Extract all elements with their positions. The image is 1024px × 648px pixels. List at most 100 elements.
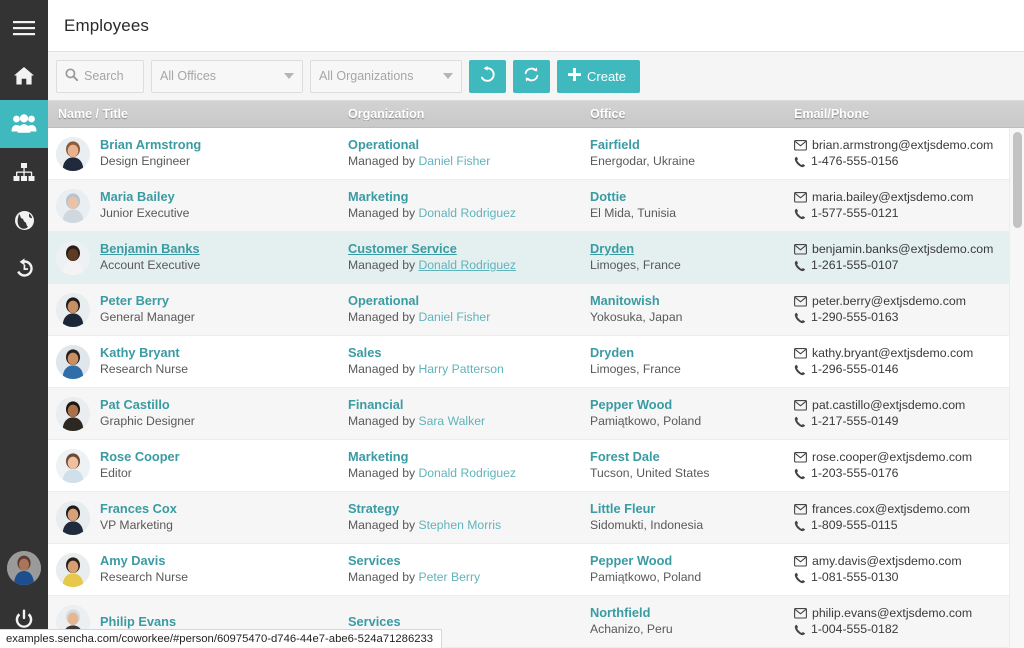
cell-name[interactable]: Pat Castillo Graphic Designer [48, 396, 338, 431]
table-row[interactable]: Rose Cooper Editor Marketing Managed by Don… [48, 440, 1024, 492]
employee-phone[interactable]: 1-809-555-0115 [794, 517, 1024, 534]
office-name[interactable]: Forest Dale [590, 449, 784, 465]
organization-name[interactable]: Operational [348, 293, 580, 309]
manager-link[interactable]: Peter Berry [418, 570, 480, 584]
manager-link[interactable]: Daniel Fisher [418, 310, 490, 324]
office-name[interactable]: Fairfield [590, 137, 784, 153]
organization-name[interactable]: Customer Service [348, 241, 580, 257]
cell-name[interactable]: Benjamin Banks Account Executive [48, 240, 338, 275]
cell-organization[interactable]: Operational Managed by Daniel Fisher [338, 293, 580, 326]
organizations-filter-select[interactable]: All Organizations [310, 59, 462, 93]
table-row[interactable]: Amy Davis Research Nurse Services Managed b… [48, 544, 1024, 596]
employee-name[interactable]: Kathy Bryant [100, 345, 188, 361]
cell-name[interactable]: Frances Cox VP Marketing [48, 500, 338, 535]
cell-name[interactable]: Maria Bailey Junior Executive [48, 188, 338, 223]
refresh-button[interactable] [513, 59, 550, 93]
column-header-office[interactable]: Office [580, 107, 784, 121]
offices-filter-select[interactable]: All Offices [151, 59, 303, 93]
office-name[interactable]: Dryden [590, 345, 784, 361]
employee-phone[interactable]: 1-296-555-0146 [794, 361, 1024, 378]
office-name[interactable]: Dryden [590, 241, 784, 257]
create-button[interactable]: Create [557, 59, 641, 93]
employee-phone[interactable]: 1-203-555-0176 [794, 465, 1024, 482]
employee-name[interactable]: Peter Berry [100, 293, 195, 309]
employee-email[interactable]: peter.berry@extjsdemo.com [794, 293, 1024, 309]
cell-organization[interactable]: Sales Managed by Harry Patterson [338, 345, 580, 378]
column-header-name[interactable]: Name / Title [48, 107, 338, 121]
table-row[interactable]: Frances Cox VP Marketing Strategy Managed b… [48, 492, 1024, 544]
employee-name[interactable]: Brian Armstrong [100, 137, 201, 153]
cell-office[interactable]: Dryden Limoges, France [580, 345, 784, 378]
cell-office[interactable]: Little Fleur Sidomukti, Indonesia [580, 501, 784, 534]
cell-contact[interactable]: philip.evans@extjsdemo.com 1-004-555-0182 [784, 605, 1024, 638]
employee-email[interactable]: brian.armstrong@extjsdemo.com [794, 137, 1024, 153]
organization-name[interactable]: Marketing [348, 449, 580, 465]
office-name[interactable]: Northfield [590, 605, 784, 621]
cell-contact[interactable]: maria.bailey@extjsdemo.com 1-577-555-0121 [784, 189, 1024, 222]
employee-email[interactable]: philip.evans@extjsdemo.com [794, 605, 1024, 621]
manager-link[interactable]: Stephen Morris [418, 518, 501, 532]
organization-name[interactable]: Operational [348, 137, 580, 153]
cell-organization[interactable]: Operational Managed by Daniel Fisher [338, 137, 580, 170]
cell-name[interactable]: Amy Davis Research Nurse [48, 552, 338, 587]
sidebar-item-menu-toggle[interactable] [0, 4, 48, 52]
cell-contact[interactable]: benjamin.banks@extjsdemo.com 1-261-555-01… [784, 241, 1024, 274]
employee-phone[interactable]: 1-290-555-0163 [794, 309, 1024, 326]
employee-phone[interactable]: 1-004-555-0182 [794, 621, 1024, 638]
employee-phone[interactable]: 1-217-555-0149 [794, 413, 1024, 430]
table-row[interactable]: Brian Armstrong Design Engineer Operationa… [48, 128, 1024, 180]
organization-name[interactable]: Marketing [348, 189, 580, 205]
employee-name[interactable]: Philip Evans [100, 614, 176, 630]
grid-vertical-scrollbar[interactable] [1009, 128, 1024, 648]
sidebar-user-avatar[interactable] [0, 540, 48, 596]
cell-office[interactable]: Dryden Limoges, France [580, 241, 784, 274]
organization-name[interactable]: Services [348, 614, 580, 630]
cell-office[interactable]: Northfield Achanizo, Peru [580, 605, 784, 638]
employee-email[interactable]: kathy.bryant@extjsdemo.com [794, 345, 1024, 361]
cell-office[interactable]: Forest Dale Tucson, United States [580, 449, 784, 482]
employee-phone[interactable]: 1-476-555-0156 [794, 153, 1024, 170]
cell-organization[interactable]: Strategy Managed by Stephen Morris [338, 501, 580, 534]
employee-name[interactable]: Maria Bailey [100, 189, 189, 205]
cell-organization[interactable]: Marketing Managed by Donald Rodriguez [338, 449, 580, 482]
search-input[interactable]: Search [56, 59, 144, 93]
organization-name[interactable]: Services [348, 553, 580, 569]
table-row[interactable]: Benjamin Banks Account Executive Customer … [48, 232, 1024, 284]
cell-office[interactable]: Pepper Wood Pamiątkowo, Poland [580, 553, 784, 586]
table-row[interactable]: Kathy Bryant Research Nurse Sales Managed b… [48, 336, 1024, 388]
sidebar-item-globe[interactable] [0, 196, 48, 244]
cell-name[interactable]: Peter Berry General Manager [48, 292, 338, 327]
office-name[interactable]: Manitowish [590, 293, 784, 309]
sidebar-item-history[interactable] [0, 244, 48, 292]
table-row[interactable]: Peter Berry General Manager Operational Man… [48, 284, 1024, 336]
cell-organization[interactable]: Services [338, 614, 580, 630]
cell-contact[interactable]: pat.castillo@extjsdemo.com 1-217-555-0149 [784, 397, 1024, 430]
cell-organization[interactable]: Financial Managed by Sara Walker [338, 397, 580, 430]
manager-link[interactable]: Donald Rodriguez [418, 466, 516, 480]
cell-name[interactable]: Brian Armstrong Design Engineer [48, 136, 338, 171]
cell-office[interactable]: Dottie El Mida, Tunisia [580, 189, 784, 222]
office-name[interactable]: Dottie [590, 189, 784, 205]
employee-name[interactable]: Frances Cox [100, 501, 177, 517]
cell-office[interactable]: Pepper Wood Pamiątkowo, Poland [580, 397, 784, 430]
table-row[interactable]: Maria Bailey Junior Executive Marketing Man… [48, 180, 1024, 232]
office-name[interactable]: Pepper Wood [590, 553, 784, 569]
employee-email[interactable]: rose.cooper@extjsdemo.com [794, 449, 1024, 465]
employee-email[interactable]: pat.castillo@extjsdemo.com [794, 397, 1024, 413]
manager-link[interactable]: Daniel Fisher [418, 154, 490, 168]
cell-contact[interactable]: frances.cox@extjsdemo.com 1-809-555-0115 [784, 501, 1024, 534]
organization-name[interactable]: Strategy [348, 501, 580, 517]
employee-name[interactable]: Rose Cooper [100, 449, 180, 465]
column-header-org[interactable]: Organization [338, 107, 580, 121]
employee-name[interactable]: Pat Castillo [100, 397, 195, 413]
employee-email[interactable]: maria.bailey@extjsdemo.com [794, 189, 1024, 205]
organization-name[interactable]: Financial [348, 397, 580, 413]
sidebar-item-employees[interactable] [0, 100, 48, 148]
sidebar-item-org-chart[interactable] [0, 148, 48, 196]
cell-office[interactable]: Fairfield Energodar, Ukraine [580, 137, 784, 170]
cell-organization[interactable]: Services Managed by Peter Berry [338, 553, 580, 586]
cell-organization[interactable]: Customer Service Managed by Donald Rodrig… [338, 241, 580, 274]
cell-organization[interactable]: Marketing Managed by Donald Rodriguez [338, 189, 580, 222]
employee-email[interactable]: amy.davis@extjsdemo.com [794, 553, 1024, 569]
cell-contact[interactable]: amy.davis@extjsdemo.com 1-081-555-0130 [784, 553, 1024, 586]
